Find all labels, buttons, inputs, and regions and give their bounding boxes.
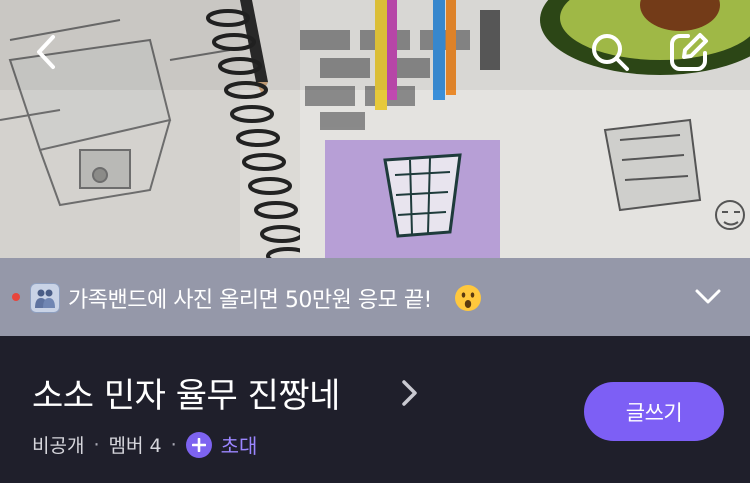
edit-icon [670, 33, 708, 71]
invite-button[interactable]: 초대 [185, 430, 258, 459]
invite-label: 초대 [220, 434, 258, 458]
plus-icon [185, 431, 212, 458]
chevron-right-icon[interactable] [398, 376, 422, 410]
cover-photo [0, 0, 750, 258]
search-button[interactable] [588, 30, 632, 74]
member-count[interactable]: 멤버 4 [109, 431, 162, 458]
visibility-label: 비공개 [32, 435, 85, 457]
back-button[interactable] [24, 30, 68, 74]
compose-button[interactable] [667, 30, 711, 74]
band-meta: 비공개 · 멤버 4 · 초대 [32, 430, 257, 459]
band-info-panel: 소소 민자 율무 진짱네 비공개 · 멤버 4 · 초대 글쓰기 [0, 336, 750, 483]
search-icon [592, 34, 629, 71]
band-name[interactable]: 소소 민자 율무 진짱네 [32, 368, 340, 417]
unread-dot [12, 293, 20, 301]
surprised-face-emoji [455, 285, 481, 311]
notice-text: 가족밴드에 사진 올리면 50만원 응모 끝! [68, 288, 432, 313]
separator: · [93, 433, 100, 456]
notice-banner[interactable]: 가족밴드에 사진 올리면 50만원 응모 끝! [0, 258, 750, 336]
separator: · [170, 433, 177, 456]
write-post-button[interactable]: 글쓰기 [584, 382, 724, 441]
sketchbook-artwork [0, 0, 750, 258]
chevron-left-icon [37, 35, 55, 69]
chevron-down-icon[interactable] [694, 286, 722, 308]
family-icon [30, 283, 60, 313]
